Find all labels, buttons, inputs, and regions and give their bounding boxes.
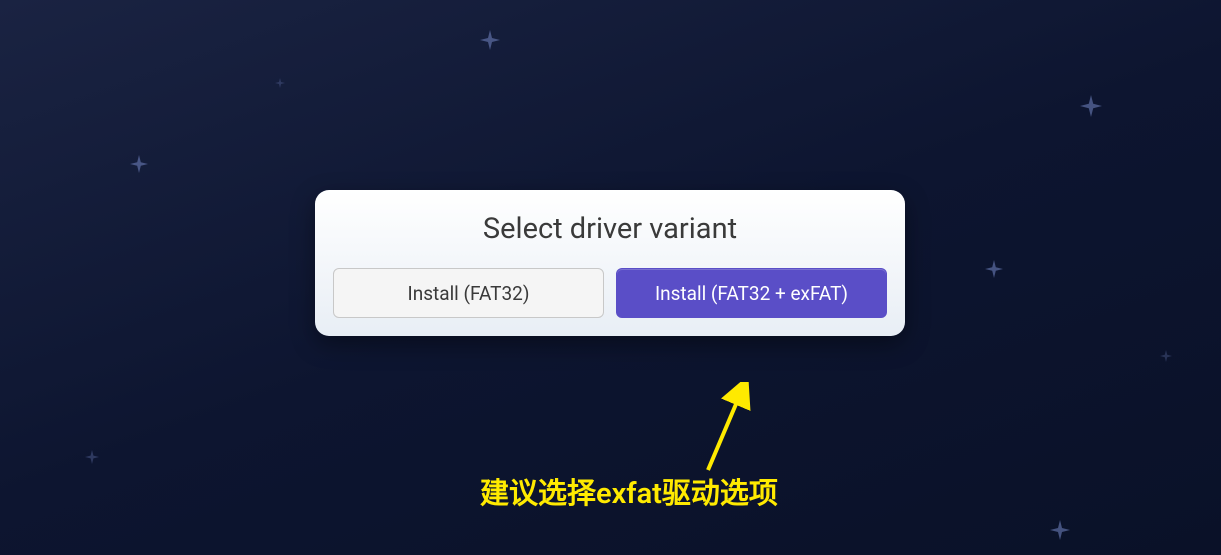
- driver-variant-dialog: Select driver variant Install (FAT32) In…: [315, 190, 905, 336]
- star-icon: [130, 155, 148, 173]
- button-label: Install (FAT32 + exFAT): [655, 282, 848, 305]
- install-fat32-exfat-button[interactable]: Install (FAT32 + exFAT): [616, 268, 887, 318]
- annotation-arrow-icon: [700, 382, 760, 481]
- star-icon: [1160, 350, 1172, 362]
- star-icon: [985, 260, 1003, 278]
- button-label: Install (FAT32): [408, 282, 530, 305]
- dialog-title: Select driver variant: [333, 212, 887, 246]
- star-icon: [1080, 95, 1102, 117]
- annotation-text: 建议选择exfat驱动选项: [480, 470, 778, 512]
- button-row: Install (FAT32) Install (FAT32 + exFAT): [333, 268, 887, 318]
- star-icon: [1050, 520, 1070, 540]
- star-icon: [85, 450, 99, 464]
- star-icon: [275, 78, 285, 88]
- install-fat32-button[interactable]: Install (FAT32): [333, 268, 604, 318]
- star-icon: [480, 30, 500, 50]
